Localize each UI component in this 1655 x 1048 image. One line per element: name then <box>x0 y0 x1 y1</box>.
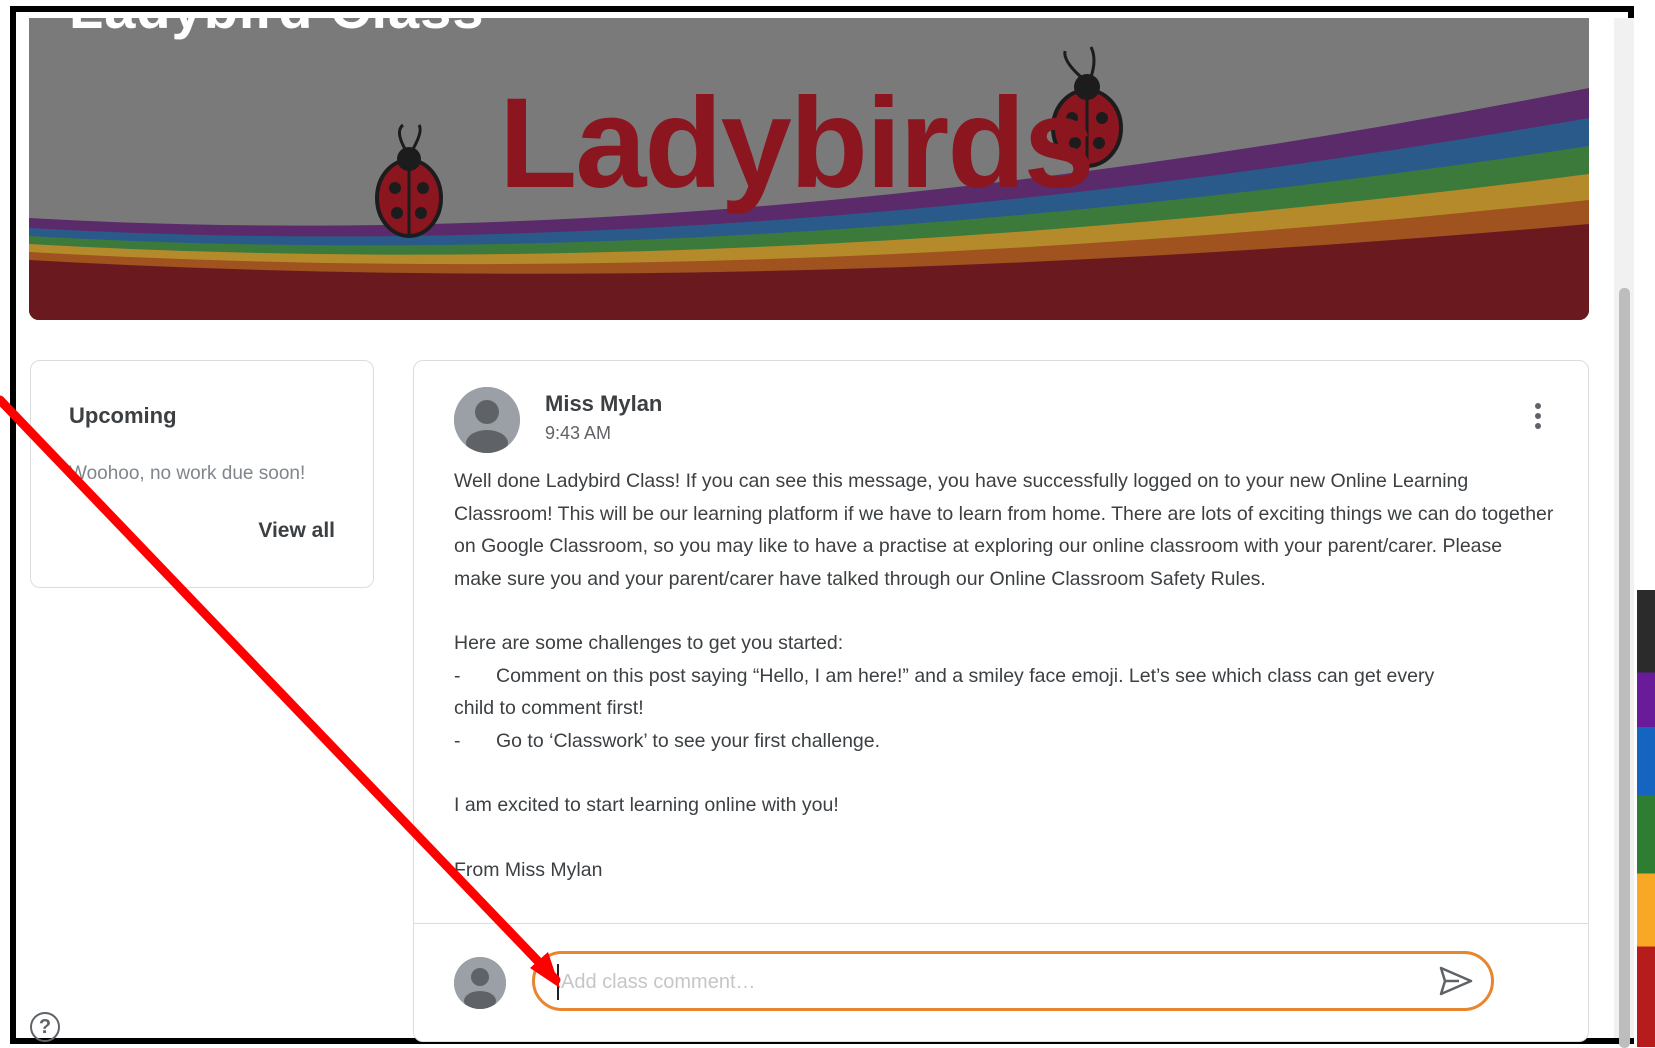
send-icon[interactable] <box>1439 966 1473 996</box>
upcoming-title: Upcoming <box>69 403 177 428</box>
class-comment-box <box>532 951 1494 1011</box>
upcoming-empty-text: Woohoo, no work due soon! <box>69 463 306 484</box>
class-banner: Ladybird Class Ladybirds <box>29 18 1589 320</box>
class-title: Ladybird Class <box>69 18 484 41</box>
comment-divider <box>414 923 1588 924</box>
avatar-icon <box>454 387 520 453</box>
post-paragraph: Well done Ladybird Class! If you can see… <box>454 470 1554 590</box>
challenge-item: - Go to ‘Classwork’ to see your first ch… <box>454 729 881 752</box>
banner-ladybirds-word: Ladybirds <box>499 72 1095 215</box>
upcoming-card: Upcoming Woohoo, no work due soon! View … <box>30 360 374 588</box>
challenge-item: - Comment on this post saying “Hello, I … <box>454 664 1435 687</box>
post-author: Miss Mylan <box>545 391 663 416</box>
post-body: Well done Ladybird Class! If you can see… <box>454 465 1554 886</box>
stream-post: Miss Mylan 9:43 AM Well done Ladybird Cl… <box>413 360 1589 1042</box>
post-signoff: From Miss Mylan <box>454 858 603 881</box>
avatar-icon <box>454 957 506 1009</box>
view-all-link[interactable]: View all <box>258 519 335 543</box>
scrollbar-thumb[interactable] <box>1619 288 1630 1048</box>
more-vert-icon[interactable] <box>1532 403 1544 435</box>
challenges-intro: Here are some challenges to get you star… <box>454 632 844 654</box>
background-edge-strip <box>1637 590 1655 1047</box>
challenge-item-continued: child to comment first! <box>454 697 644 719</box>
post-closing: I am excited to start learning online wi… <box>454 794 839 816</box>
scrollbar[interactable] <box>1614 18 1634 1048</box>
help-icon[interactable]: ? <box>30 1012 60 1042</box>
post-time: 9:43 AM <box>545 423 612 443</box>
class-comment-input[interactable] <box>557 964 1423 1000</box>
